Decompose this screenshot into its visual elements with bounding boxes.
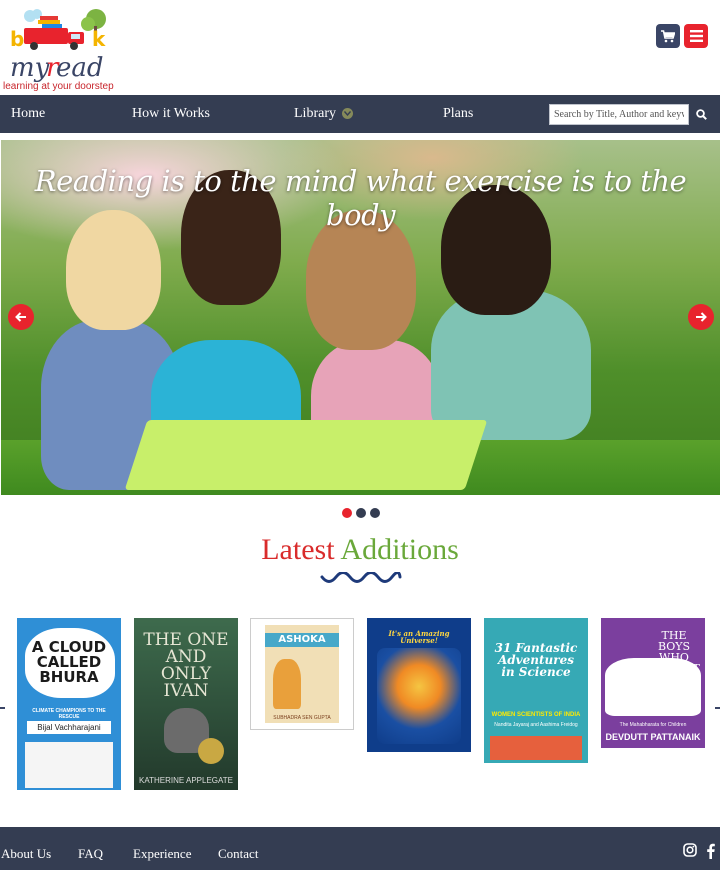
footer-link-experience[interactable]: Experience bbox=[133, 846, 191, 862]
hero-slider: Reading is to the mind what exercise is … bbox=[1, 140, 720, 495]
search-input[interactable] bbox=[549, 104, 689, 125]
book-subtitle: CLIMATE CHAMPIONS TO THE RESCUE bbox=[32, 708, 106, 720]
book-author: SUBHADRA SEN GUPTA bbox=[273, 715, 331, 721]
book-illustration bbox=[605, 658, 701, 716]
cart-button[interactable] bbox=[656, 24, 680, 48]
book-title: ASHOKA bbox=[265, 633, 339, 647]
carousel-next-edge[interactable] bbox=[715, 707, 720, 709]
svg-text:b: b bbox=[10, 27, 24, 51]
site-footer: About Us FAQ Experience Contact bbox=[0, 827, 720, 870]
logo-tagline: learning at your doorstep bbox=[3, 81, 114, 92]
slider-dot-3[interactable] bbox=[370, 508, 380, 518]
nav-library-label: Library bbox=[294, 106, 336, 121]
svg-text:k: k bbox=[92, 27, 106, 51]
book-title: THE ONE AND ONLY IVAN bbox=[143, 630, 229, 701]
book-illustration bbox=[25, 742, 113, 788]
book-cover[interactable]: THE ONE AND ONLY IVAN KATHERINE APPLEGAT… bbox=[134, 618, 238, 790]
title-word-additions: Additions bbox=[340, 533, 459, 566]
instagram-icon[interactable] bbox=[683, 843, 697, 857]
search-button[interactable] bbox=[690, 104, 712, 125]
book-author: DEVDUTT PATTANAIK bbox=[605, 732, 701, 742]
book-cover[interactable]: 31 Fantastic Adventures in Science WOMEN… bbox=[484, 618, 588, 763]
slider-indicators bbox=[342, 508, 380, 518]
book-figure-shape bbox=[273, 659, 301, 709]
arrow-right-icon bbox=[696, 312, 707, 322]
facebook-icon[interactable] bbox=[706, 843, 715, 859]
book-subtitle: WOMEN SCIENTISTS OF INDIA bbox=[491, 712, 581, 718]
carousel-prev-edge[interactable] bbox=[0, 707, 5, 709]
book-cover[interactable]: ASHOKA SUBHADRA SEN GUPTA bbox=[250, 618, 354, 730]
svg-text:ead: ead bbox=[56, 53, 104, 83]
slider-dot-1[interactable] bbox=[342, 508, 352, 518]
slider-next-button[interactable] bbox=[688, 304, 714, 330]
latest-additions-title: Latest Additions bbox=[0, 533, 720, 567]
nav-plans[interactable]: Plans bbox=[443, 106, 473, 122]
nav-how-it-works[interactable]: How it Works bbox=[132, 106, 210, 122]
nav-home[interactable]: Home bbox=[11, 106, 45, 122]
title-word-latest: Latest bbox=[261, 533, 335, 566]
footer-link-about-us[interactable]: About Us bbox=[1, 846, 51, 862]
chevron-down-icon bbox=[341, 108, 353, 120]
hamburger-menu-icon bbox=[689, 30, 703, 42]
book-cover[interactable]: THE BOYS WHO FOUGHT The Mahabharata for … bbox=[601, 618, 705, 748]
slider-dot-2[interactable] bbox=[356, 508, 366, 518]
book-cover[interactable]: It's an Amazing Universe! bbox=[367, 618, 471, 752]
svg-text:my: my bbox=[10, 53, 50, 83]
wave-divider-icon bbox=[320, 572, 402, 583]
book-medal-shape bbox=[198, 738, 224, 764]
page: b k my r ead learning at your doorstep H… bbox=[0, 0, 720, 870]
book-author: KATHERINE APPLEGATE bbox=[139, 776, 233, 785]
book-illustration bbox=[490, 736, 582, 760]
hero-quote: Reading is to the mind what exercise is … bbox=[34, 164, 687, 232]
search-icon bbox=[695, 109, 707, 120]
footer-link-faq[interactable]: FAQ bbox=[78, 846, 103, 862]
book-author: Nandita Jayaraj and Aashima Freidog bbox=[494, 722, 578, 728]
book-title: It's an Amazing Universe! bbox=[388, 629, 450, 645]
logo-graphic: b k my r ead bbox=[10, 9, 106, 83]
book-title: 31 Fantastic Adventures in Science bbox=[494, 641, 578, 679]
hero-open-book bbox=[124, 420, 488, 490]
book-title: A CLOUD CALLED BHURA bbox=[31, 638, 107, 686]
book-illustration bbox=[377, 648, 461, 744]
slider-prev-button[interactable] bbox=[8, 304, 34, 330]
arrow-left-icon bbox=[15, 312, 26, 322]
book-subtitle: The Mahabharata for Children bbox=[619, 722, 687, 728]
book-cover[interactable]: A CLOUD CALLED BHURA CLIMATE CHAMPIONS T… bbox=[17, 618, 121, 790]
nav-library[interactable]: Library bbox=[294, 106, 353, 122]
menu-button[interactable] bbox=[684, 24, 708, 48]
footer-link-contact[interactable]: Contact bbox=[218, 846, 258, 862]
cart-icon bbox=[661, 29, 675, 42]
book-author: Bijal Vachharajani bbox=[27, 721, 111, 734]
